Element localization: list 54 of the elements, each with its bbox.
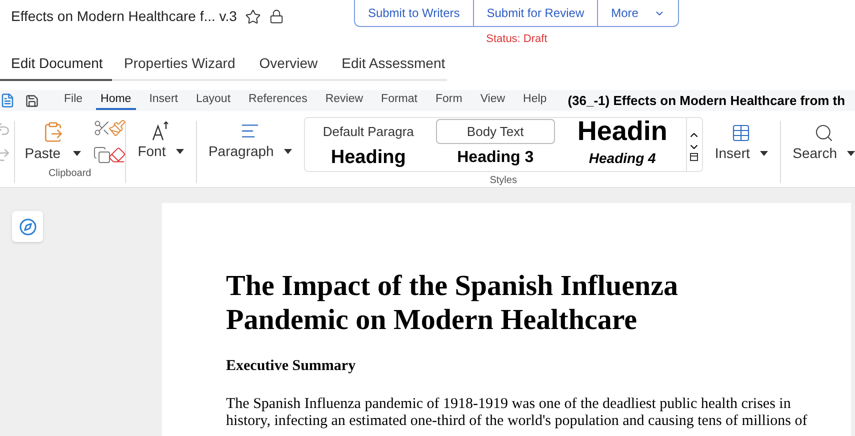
menu-item[interactable]: Review [320,90,368,110]
style-option[interactable]: Headin [562,119,682,144]
action-button[interactable]: Submit for Review [472,0,598,26]
caret-icon[interactable] [846,151,855,156]
more-button[interactable]: More [597,0,678,26]
cut-icon[interactable] [92,119,111,137]
menu-item[interactable]: File [59,90,88,110]
menu-item[interactable]: References [244,90,312,110]
action-button[interactable]: Submit to Writers [354,0,473,26]
copy-icon[interactable] [92,146,111,164]
paste-button[interactable]: Paste [24,143,61,164]
menu-item[interactable]: Help [518,90,552,110]
document-title: Effects on Modern Healthcare f... v.3 [11,7,237,26]
search-icon[interactable] [814,123,834,143]
section-heading: Executive Summary [226,357,357,376]
document-heading: The Impact of the Spanish Influenza Pandemic on Modern Healthcare [226,269,679,337]
font-size-icon[interactable] [152,121,170,141]
style-option[interactable]: Body Text [436,119,555,144]
table-icon[interactable] [731,123,752,143]
body-paragraph: The Spanish Influenza pandemic of 1918-1919 was one of the deadliest public health crises in history, infecting an estimated one-third of the world's population and causing tens of millions of [226,396,808,430]
caret-icon[interactable] [284,149,292,154]
caret-icon[interactable] [72,151,81,156]
group-label: Clipboard [48,167,92,181]
caret-icon[interactable] [176,149,184,154]
tab[interactable]: Overview [247,48,330,81]
font-button[interactable]: Font [138,141,166,162]
navigator-button[interactable] [12,211,43,242]
group-label: Styles [490,174,517,188]
expand-gallery-icon[interactable] [690,152,698,160]
editor-document-title: (36_-1) Effects on Modern Healthcare from th [568,92,846,110]
menu-item[interactable]: Layout [190,90,236,110]
menu-item[interactable]: Format [376,90,422,110]
style-option[interactable]: Default Paragra [308,119,428,144]
tab[interactable]: Edit Assessment [330,48,458,81]
style-option[interactable]: Heading 3 [436,146,555,170]
tab[interactable]: Edit Document [0,48,112,81]
star-icon[interactable] [244,8,261,24]
tab[interactable]: Properties Wizard [112,48,248,81]
insert-button[interactable]: Insert [714,143,750,164]
status-text: Status: Draft [486,32,548,47]
paintbrush-icon[interactable] [108,119,126,137]
compass-icon [18,218,36,236]
menu-item[interactable]: View [475,90,510,110]
menu-item[interactable]: Form [430,90,468,110]
clear-format-icon[interactable] [108,146,126,164]
caret-icon[interactable] [760,151,768,156]
lock-icon [268,9,284,24]
menu-item[interactable]: Insert [144,90,183,110]
search-button[interactable]: Search [792,143,837,164]
style-option[interactable]: Heading [308,146,428,170]
paragraph-button[interactable]: Paragraph [208,141,274,162]
style-option[interactable]: Heading 4 [562,146,682,170]
save-icon[interactable] [25,94,39,108]
document-icon[interactable] [0,93,15,108]
